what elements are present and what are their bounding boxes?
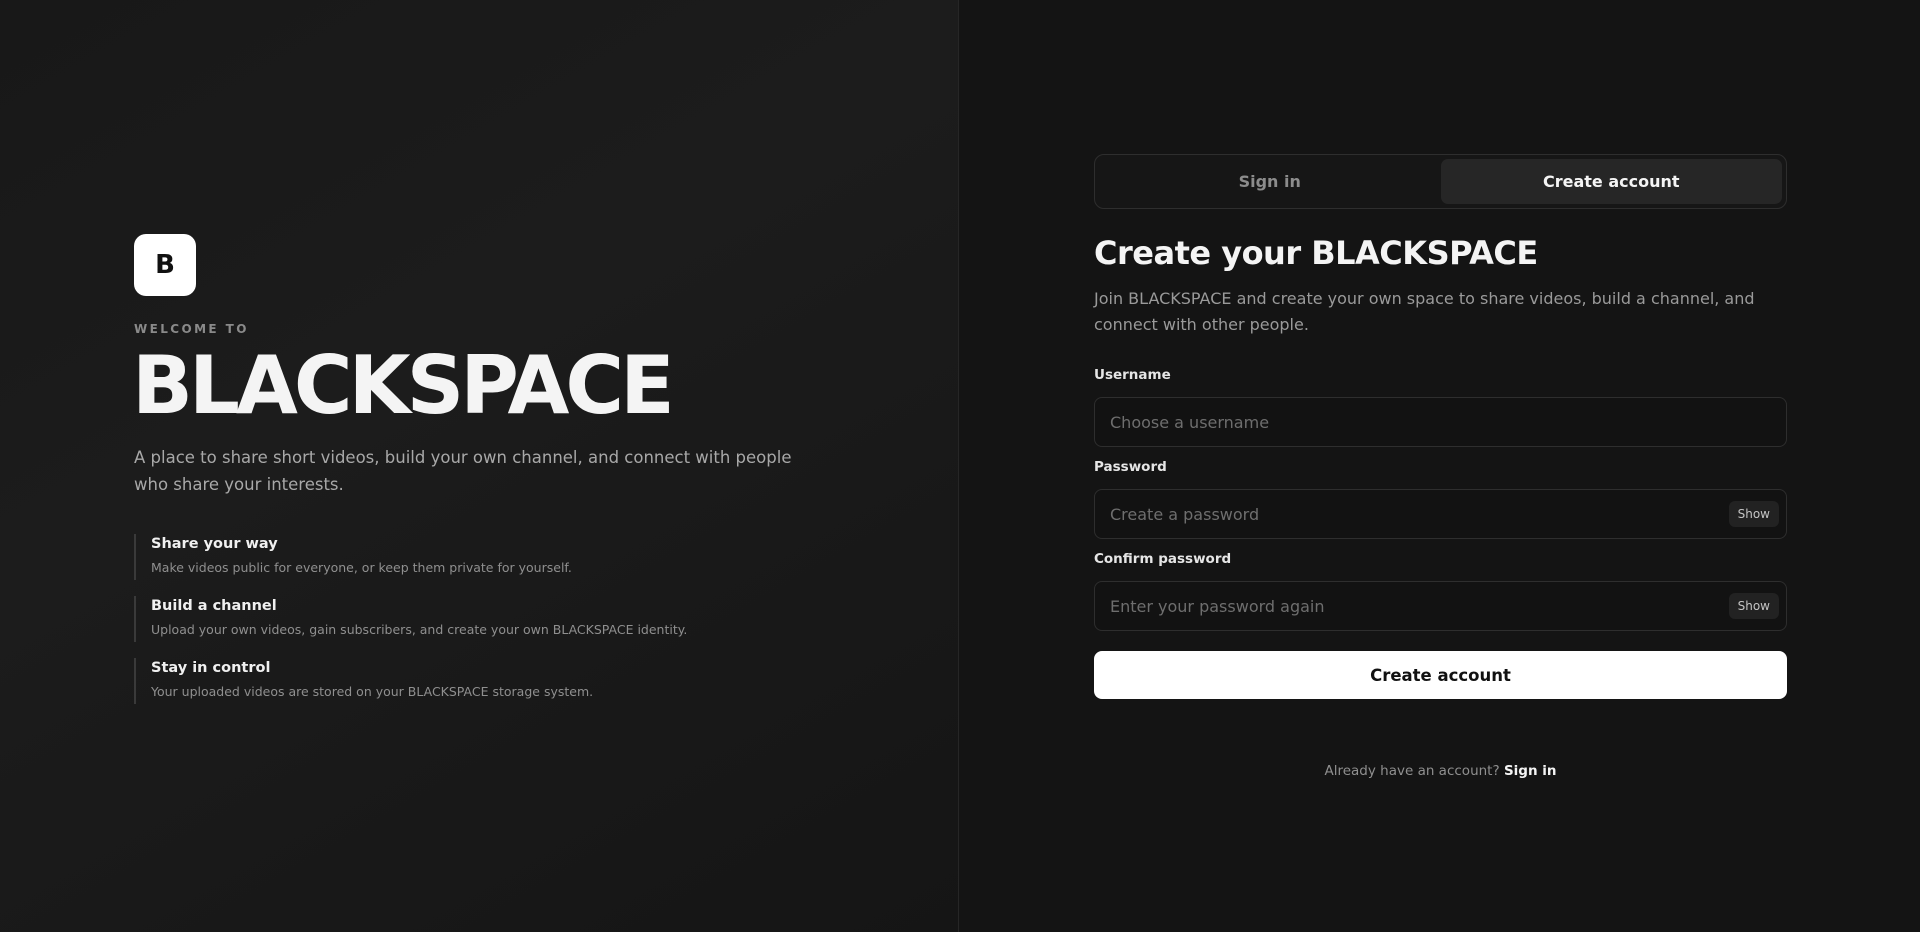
- tab-create-account[interactable]: Create account: [1440, 159, 1782, 204]
- brand-panel: B WELCOME TO BLACKSPACE A place to share…: [0, 0, 959, 932]
- username-label: Username: [1094, 367, 1171, 383]
- form-title: Create your BLACKSPACE: [1094, 234, 1538, 272]
- auth-tabs: Sign in Create account: [1094, 154, 1787, 209]
- feature-title: Share your way: [151, 536, 278, 552]
- brand-name: BLACKSPACE: [132, 339, 675, 432]
- feature-item: Share your way Make videos public for ev…: [134, 534, 834, 580]
- tab-sign-in[interactable]: Sign in: [1099, 159, 1441, 204]
- brand-tagline: A place to share short videos, build you…: [134, 448, 792, 494]
- confirm-password-field-wrapper: Show: [1094, 581, 1787, 631]
- auth-page: B WELCOME TO BLACKSPACE A place to share…: [0, 0, 1920, 932]
- show-confirm-password-button[interactable]: Show: [1728, 593, 1779, 619]
- feature-title: Build a channel: [151, 598, 277, 614]
- feature-item: Build a channel Upload your own videos, …: [134, 596, 834, 642]
- feature-list: Share your way Make videos public for ev…: [134, 534, 834, 720]
- signin-prompt-text: Already have an account?: [1324, 763, 1500, 779]
- password-input[interactable]: [1110, 504, 1729, 524]
- form-panel: Sign in Create account Create your BLACK…: [959, 0, 1920, 932]
- feature-description: Upload your own videos, gain subscribers…: [151, 622, 688, 637]
- feature-description: Your uploaded videos are stored on your …: [151, 684, 594, 699]
- feature-item: Stay in control Your uploaded videos are…: [134, 658, 834, 704]
- password-field-wrapper: Show: [1094, 489, 1787, 539]
- logo-badge: B: [134, 234, 196, 296]
- confirm-password-label: Confirm password: [1094, 551, 1232, 567]
- username-input[interactable]: [1110, 412, 1771, 432]
- username-field-wrapper: [1094, 397, 1787, 447]
- create-account-button[interactable]: Create account: [1094, 651, 1787, 699]
- form-subtitle: Join BLACKSPACE and create your own spac…: [1094, 289, 1755, 334]
- feature-title: Stay in control: [151, 660, 271, 676]
- show-password-button[interactable]: Show: [1728, 501, 1779, 527]
- confirm-password-input[interactable]: [1110, 596, 1729, 616]
- welcome-eyebrow: WELCOME TO: [134, 322, 249, 336]
- password-label: Password: [1094, 459, 1167, 475]
- signin-prompt: Already have an account? Sign in: [1094, 763, 1787, 779]
- signin-link[interactable]: Sign in: [1504, 763, 1557, 779]
- feature-description: Make videos public for everyone, or keep…: [151, 560, 572, 575]
